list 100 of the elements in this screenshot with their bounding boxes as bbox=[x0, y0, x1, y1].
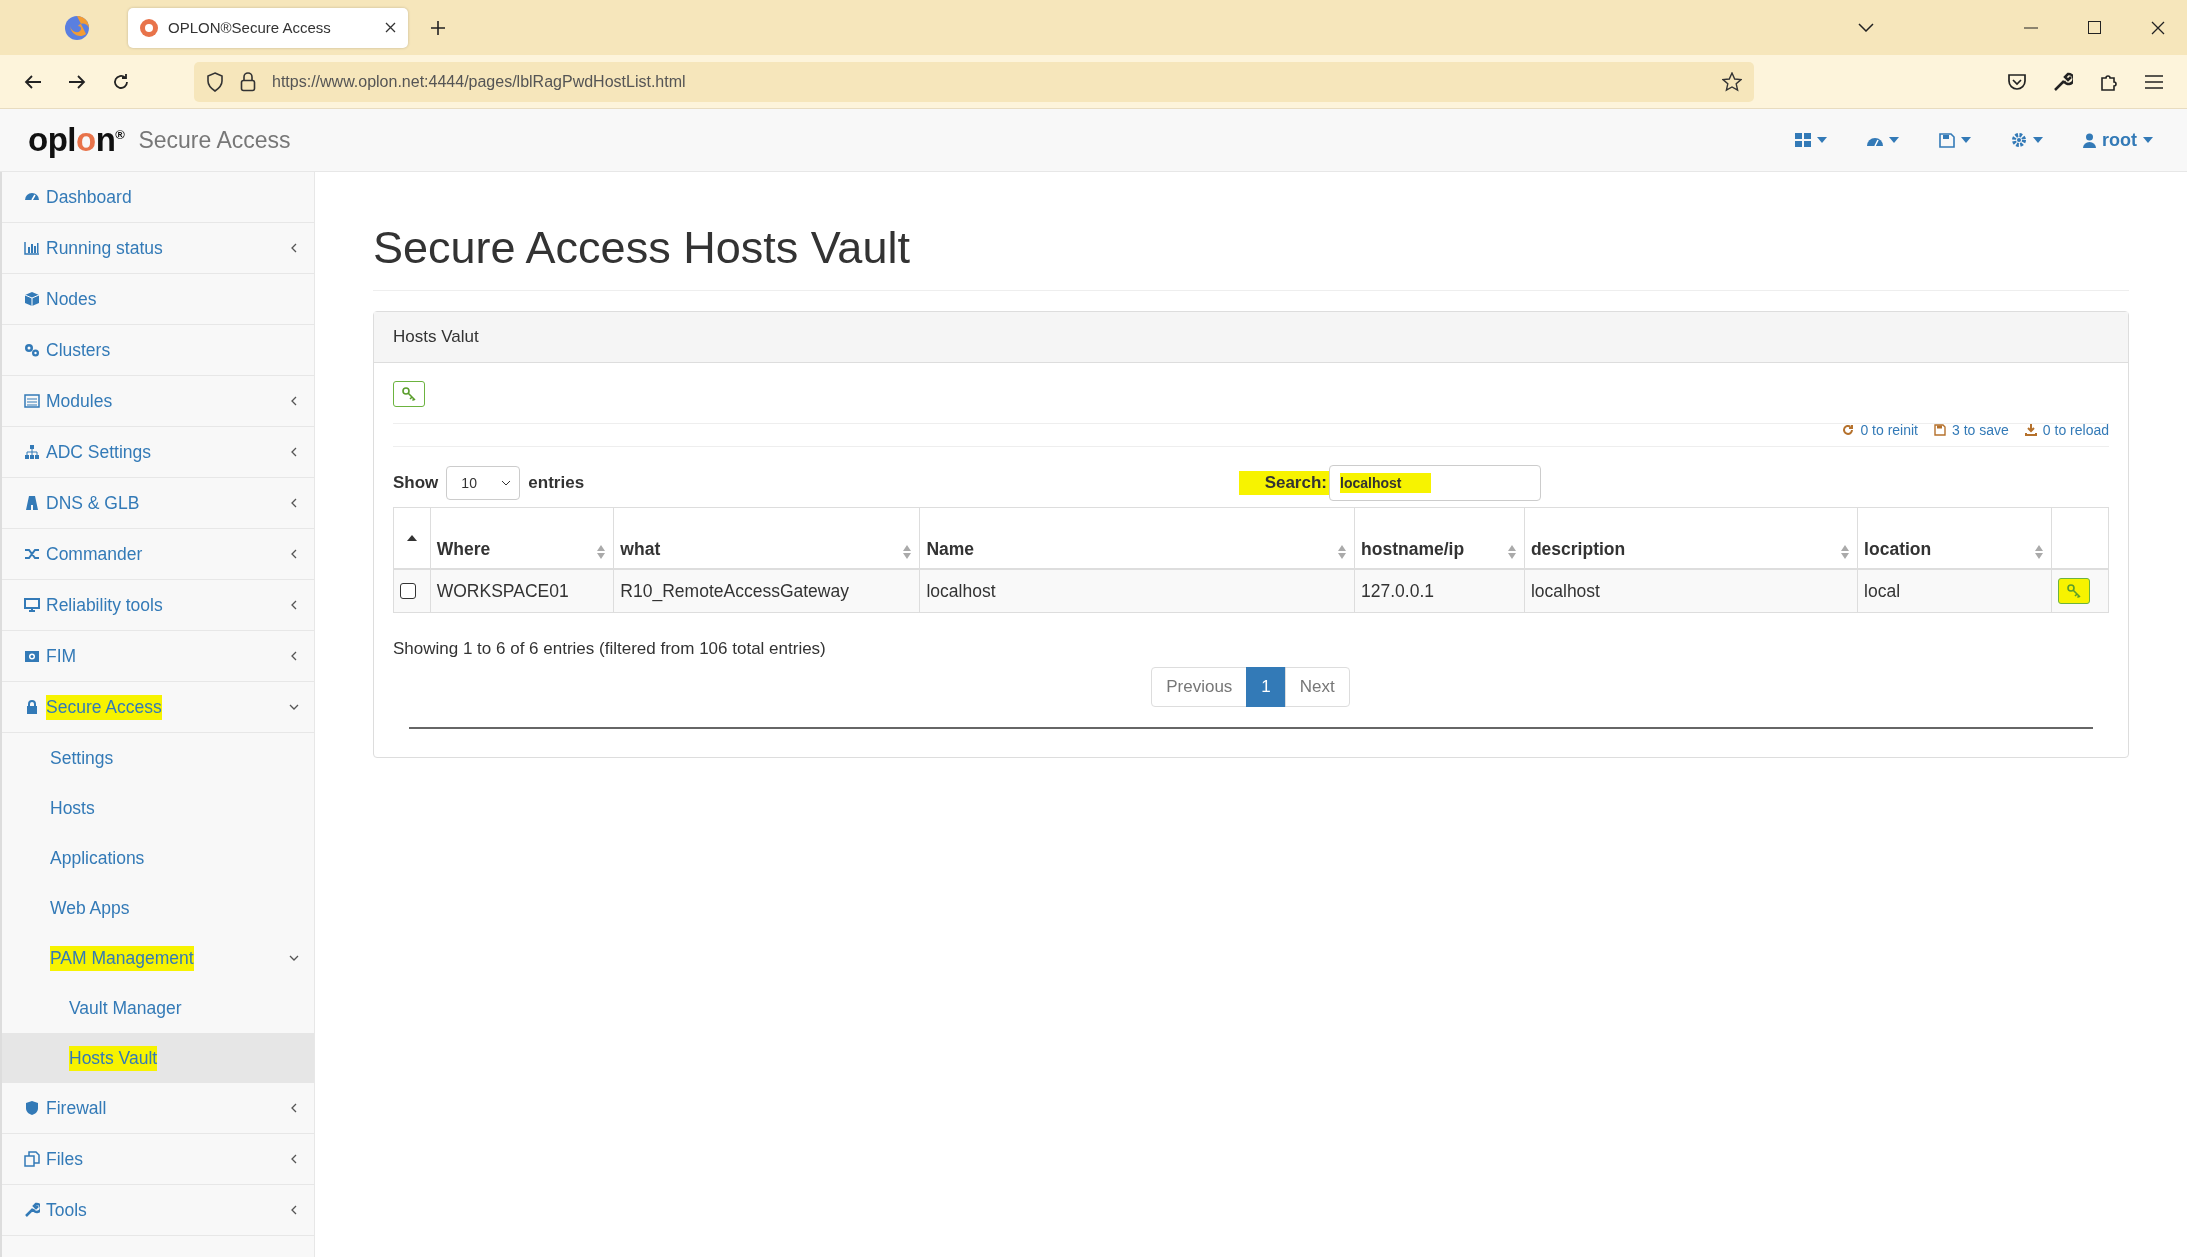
column-header[interactable]: what bbox=[620, 539, 661, 560]
wrench-icon[interactable] bbox=[2053, 71, 2073, 92]
column-header[interactable]: description bbox=[1530, 539, 1626, 560]
star-icon[interactable] bbox=[1722, 71, 1742, 92]
chevron-left-icon bbox=[291, 447, 297, 457]
chevron-left-icon bbox=[291, 600, 297, 610]
table-cell: WORKSPACE01 bbox=[436, 580, 569, 601]
show-label: Show bbox=[393, 473, 439, 493]
forward-arrow-icon[interactable] bbox=[68, 73, 86, 90]
menu-icon-glyph bbox=[24, 648, 40, 664]
caret-icon bbox=[1817, 137, 1827, 143]
sidebar-item[interactable]: Clusters bbox=[2, 325, 314, 376]
menu-icon-glyph bbox=[24, 393, 40, 409]
search-label: Search: bbox=[1238, 471, 1329, 495]
sidebar-item[interactable]: FIM bbox=[2, 631, 314, 682]
site-favicon-icon bbox=[140, 18, 158, 37]
address-bar[interactable]: https://www.oplon.net:4444/pages/lblRagPwdHostList.html bbox=[194, 61, 1754, 102]
sidebar-item[interactable]: Running status bbox=[2, 223, 314, 274]
gear-icon bbox=[2011, 132, 2027, 148]
sidebar-item[interactable]: Hosts Vault bbox=[2, 1033, 314, 1083]
back-arrow-icon[interactable] bbox=[24, 73, 42, 90]
status-link[interactable]: 0 to reinit bbox=[1842, 422, 1918, 438]
pocket-icon[interactable] bbox=[2007, 72, 2027, 91]
pagination-button[interactable]: Previous bbox=[1151, 667, 1248, 707]
caret-icon bbox=[2033, 137, 2043, 143]
browser-tab[interactable]: OPLON®Secure Access bbox=[128, 7, 408, 48]
user-icon bbox=[2083, 132, 2096, 148]
chevron-left-icon bbox=[291, 1103, 297, 1113]
search-field[interactable]: localhost bbox=[1329, 465, 1541, 501]
sidebar-item[interactable]: DNS & GLB bbox=[2, 478, 314, 529]
toolbar-dropdown[interactable] bbox=[1939, 132, 1971, 148]
sidebar-item[interactable]: Tools bbox=[2, 1185, 314, 1236]
pagination-button[interactable]: 1 bbox=[1246, 667, 1286, 707]
sidebar-item[interactable]: Files bbox=[2, 1134, 314, 1185]
chevron-down-icon bbox=[501, 480, 512, 486]
browser-logo-icon[interactable] bbox=[64, 14, 90, 41]
menu-icon-glyph bbox=[24, 240, 40, 256]
key-icon bbox=[2066, 584, 2081, 598]
toolbar-dropdown[interactable] bbox=[1795, 132, 1827, 148]
table-cell: localhost bbox=[926, 580, 996, 601]
chevron-left-icon bbox=[291, 396, 297, 406]
refresh-icon bbox=[1842, 424, 1855, 436]
sidebar-item[interactable]: Vault Manager bbox=[2, 983, 314, 1033]
toolbar-dropdown[interactable] bbox=[2011, 132, 2043, 148]
sidebar-item[interactable]: Secure Access bbox=[2, 682, 314, 733]
sort-ascending-icon[interactable] bbox=[406, 535, 417, 541]
column-header[interactable]: Name bbox=[926, 539, 975, 560]
chevron-left-icon bbox=[291, 243, 297, 253]
close-icon[interactable] bbox=[2151, 20, 2165, 35]
key-button[interactable] bbox=[2057, 578, 2090, 604]
sidebar-item[interactable]: PAM Management bbox=[2, 933, 314, 983]
reload-icon[interactable] bbox=[112, 72, 130, 91]
new-tab-icon[interactable] bbox=[430, 19, 446, 36]
table-cell: R10_RemoteAccessGateway bbox=[620, 580, 849, 601]
column-header[interactable]: location bbox=[1864, 539, 1932, 560]
menu-icon-glyph bbox=[24, 699, 40, 715]
checkbox[interactable] bbox=[400, 583, 416, 599]
menu-icon[interactable] bbox=[2145, 74, 2163, 89]
sidebar-item[interactable]: Firewall bbox=[2, 1083, 314, 1134]
sidebar-item[interactable]: Hosts bbox=[2, 783, 314, 833]
sidebar-item[interactable]: Modules bbox=[2, 376, 314, 427]
key-icon bbox=[402, 387, 416, 401]
entries-dropdown[interactable]: 10 bbox=[446, 466, 521, 500]
column-header[interactable]: Where bbox=[436, 539, 491, 560]
status-link[interactable]: 0 to reload bbox=[2024, 422, 2109, 438]
table-cell: localhost bbox=[1530, 580, 1600, 601]
status-link[interactable]: 3 to save bbox=[1934, 422, 2009, 438]
close-icon[interactable] bbox=[385, 22, 396, 33]
sidebar-item[interactable]: Commander bbox=[2, 529, 314, 580]
sidebar-item[interactable]: Dashboard bbox=[2, 172, 314, 223]
download-icon bbox=[2024, 424, 2037, 436]
product-name: Secure Access bbox=[138, 126, 291, 154]
sidebar-item[interactable]: ADC Settings bbox=[2, 427, 314, 478]
chevron-down-icon bbox=[289, 954, 299, 962]
pagination-button[interactable]: Next bbox=[1284, 667, 1350, 707]
sidebar-item[interactable]: Reliability tools bbox=[2, 580, 314, 631]
menu-icon-glyph bbox=[24, 1151, 40, 1167]
logo[interactable]: oplon$^{®}$ bbox=[28, 121, 125, 159]
padlock-icon bbox=[240, 71, 256, 92]
grid-icon bbox=[1795, 132, 1811, 148]
chevron-left-icon bbox=[291, 549, 297, 559]
table-cell: 127.0.0.1 bbox=[1361, 580, 1434, 601]
sidebar-item[interactable]: Applications bbox=[2, 833, 314, 883]
key-button[interactable] bbox=[393, 381, 425, 407]
caret-icon bbox=[1961, 137, 1971, 143]
chevron-down-icon[interactable] bbox=[1858, 23, 1874, 32]
menu-icon-glyph bbox=[24, 342, 40, 358]
user-menu[interactable]: root bbox=[2083, 129, 2153, 151]
panel-header: Hosts Valut bbox=[374, 312, 2128, 363]
entries-label: entries bbox=[528, 473, 585, 493]
sidebar-item[interactable]: Settings bbox=[2, 733, 314, 783]
menu-icon-glyph bbox=[24, 546, 40, 562]
caret-icon bbox=[1889, 137, 1899, 143]
caret-icon bbox=[2143, 137, 2153, 143]
sidebar-item[interactable]: Web Apps bbox=[2, 883, 314, 933]
shield-icon bbox=[206, 71, 224, 92]
sidebar-item[interactable]: Nodes bbox=[2, 274, 314, 325]
minimize-icon[interactable] bbox=[2024, 26, 2038, 29]
page-title: Secure Access Hosts Vault bbox=[373, 222, 2129, 291]
maximize-icon[interactable] bbox=[2088, 21, 2101, 34]
